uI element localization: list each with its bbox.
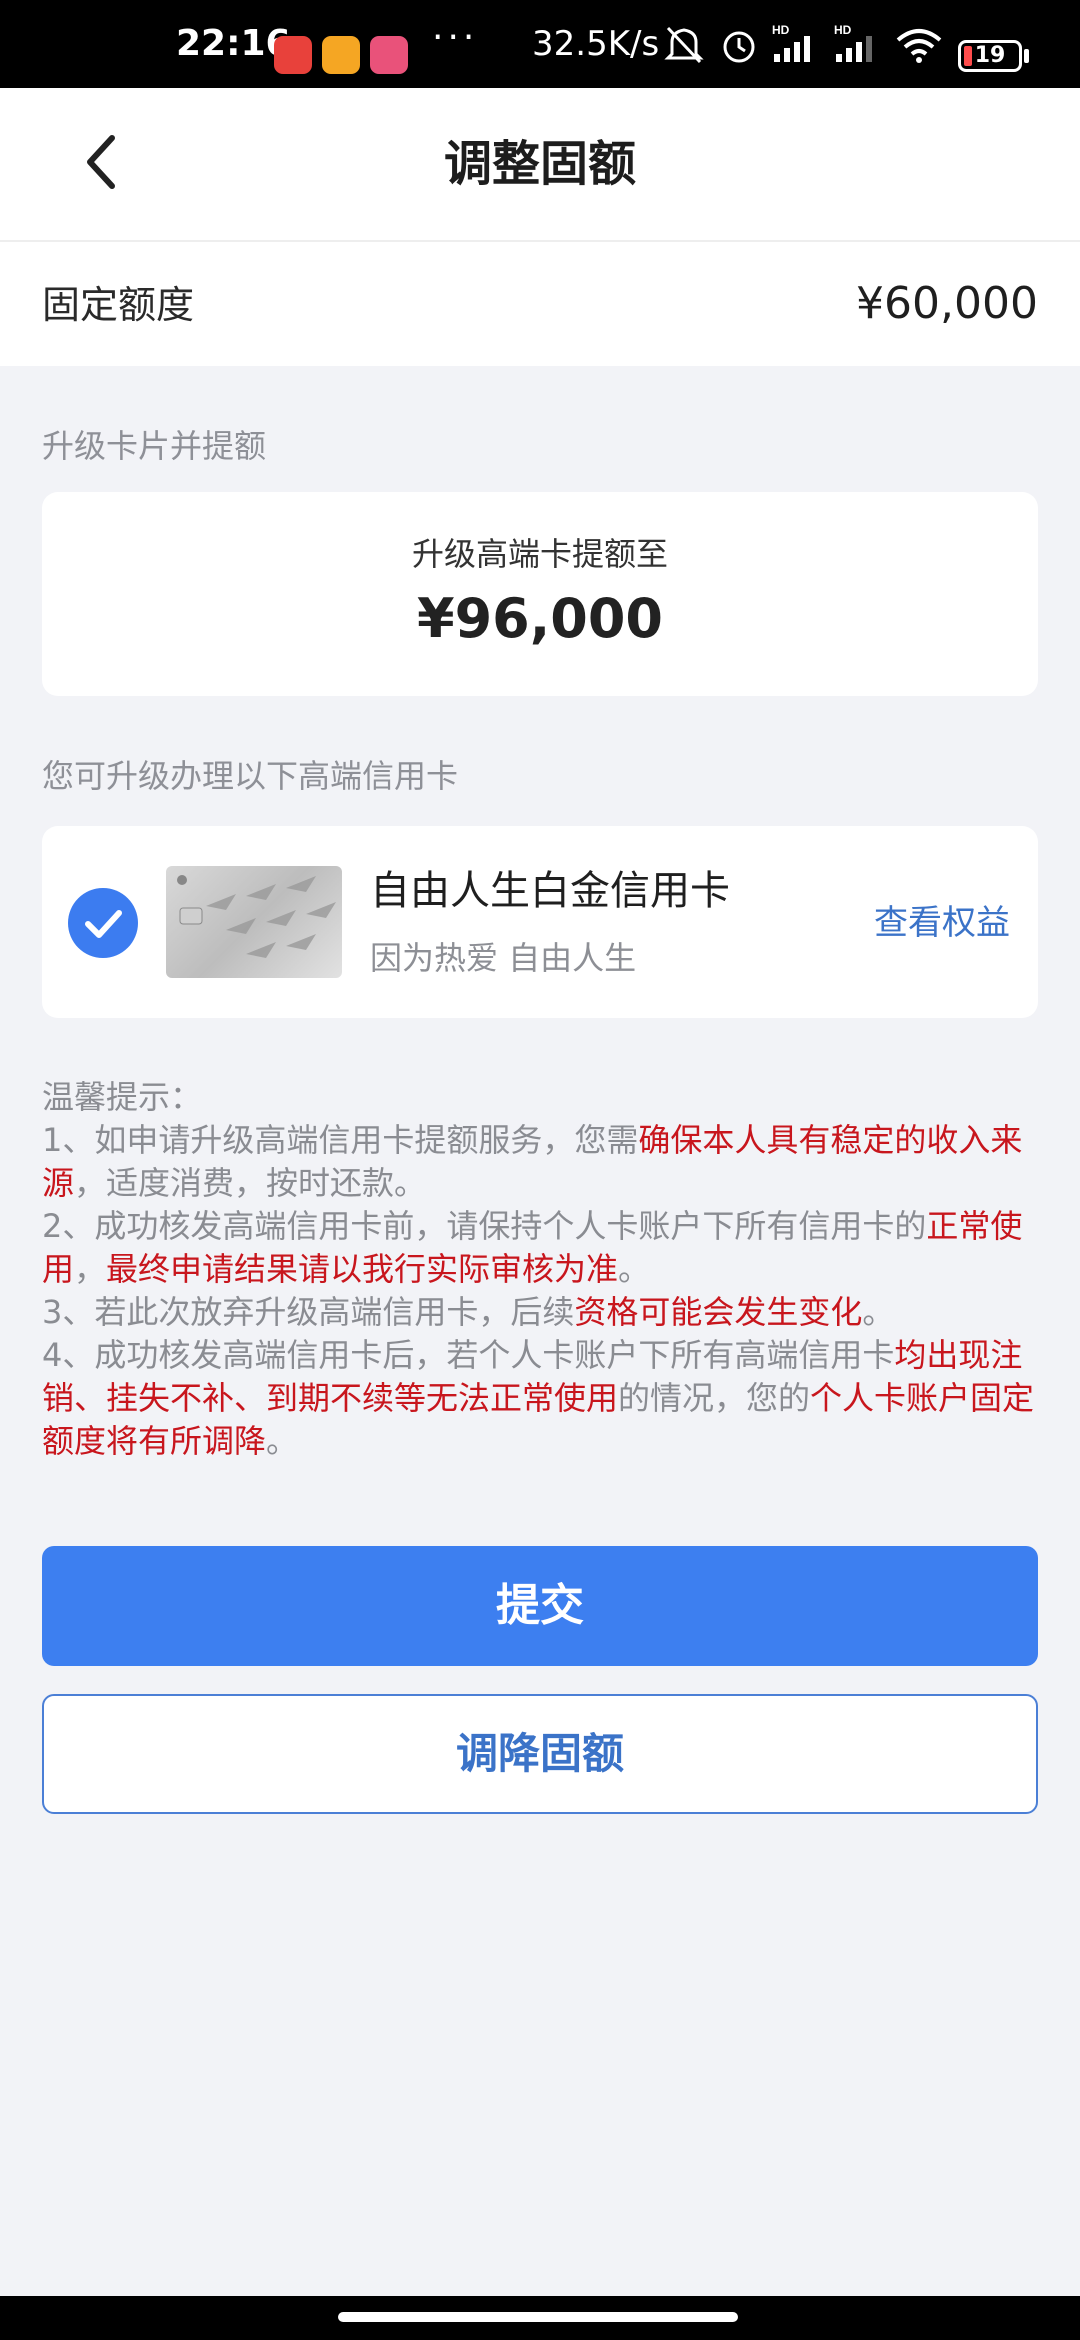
fixed-limit-row: 固定额度 ¥60,000 bbox=[0, 242, 1080, 366]
svg-text:HD: HD bbox=[834, 23, 852, 37]
app-notification-icon bbox=[274, 36, 312, 74]
home-indicator[interactable] bbox=[338, 2312, 738, 2322]
tip-item: 2、成功核发高端信用卡前，请保持个人卡账户下所有信用卡的正常使用，最终申请结果请… bbox=[42, 1207, 1023, 1288]
network-speed: 32.5K/s bbox=[532, 24, 660, 64]
alarm-icon bbox=[723, 31, 755, 63]
fixed-limit-label: 固定额度 bbox=[42, 283, 195, 327]
app-header: 调整固额 bbox=[0, 88, 1080, 242]
signal-hd-icon: HD bbox=[834, 23, 872, 62]
tip-item: 1、如申请升级高端信用卡提额服务，您需确保本人具有稳定的收入来源，适度消费，按时… bbox=[42, 1121, 1023, 1202]
tips-block: 温馨提示： 1、如申请升级高端信用卡提额服务，您需确保本人具有稳定的收入来源，适… bbox=[42, 1076, 1042, 1463]
tips-title: 温馨提示： bbox=[42, 1078, 203, 1116]
battery-icon: 19 bbox=[958, 40, 1022, 72]
tip-item: 3、若此次放弃升级高端信用卡，后续资格可能会发生变化。 bbox=[42, 1293, 895, 1331]
page-title: 调整固额 bbox=[443, 136, 636, 192]
card-slogan: 因为热爱 自由人生 bbox=[370, 939, 637, 977]
upgrade-limit-card: 升级高端卡提额至 ¥96,000 bbox=[42, 492, 1038, 696]
app-notification-icon bbox=[370, 36, 408, 74]
upgrade-section-title: 升级卡片并提额 bbox=[42, 427, 267, 465]
view-benefits-link[interactable]: 查看权益 bbox=[874, 900, 1010, 946]
app-notification-icon bbox=[322, 36, 360, 74]
battery-level: 19 bbox=[974, 43, 1006, 68]
signal-hd-icon: HD bbox=[772, 23, 810, 62]
submit-button[interactable]: 提交 bbox=[42, 1546, 1038, 1666]
status-bar: 22:16 ··· 32.5K/s HD HD 19 bbox=[0, 0, 1080, 88]
battery-tip bbox=[1024, 49, 1029, 63]
credit-card-item[interactable]: 自由人生白金信用卡 因为热爱 自由人生 查看权益 bbox=[42, 826, 1038, 1018]
mute-icon bbox=[664, 26, 704, 64]
upgrade-amount: ¥96,000 bbox=[417, 587, 663, 650]
credit-card-image bbox=[166, 866, 342, 978]
card-list-title: 您可升级办理以下高端信用卡 bbox=[42, 757, 459, 795]
svg-text:HD: HD bbox=[772, 23, 790, 37]
fixed-limit-value: ¥60,000 bbox=[856, 278, 1038, 329]
check-icon bbox=[85, 910, 122, 938]
reduce-limit-button[interactable]: 调降固额 bbox=[42, 1694, 1038, 1814]
selected-checkbox[interactable] bbox=[68, 888, 138, 958]
card-name: 自由人生白金信用卡 bbox=[370, 868, 730, 914]
upgrade-subtitle: 升级高端卡提额至 bbox=[411, 535, 668, 573]
navigation-bar bbox=[0, 2296, 1080, 2340]
wifi-icon bbox=[896, 29, 942, 63]
tip-item: 4、成功核发高端信用卡后，若个人卡账户下所有高端信用卡均出现注销、挂失不补、到期… bbox=[42, 1336, 1035, 1460]
more-notifications-icon: ··· bbox=[432, 17, 479, 58]
